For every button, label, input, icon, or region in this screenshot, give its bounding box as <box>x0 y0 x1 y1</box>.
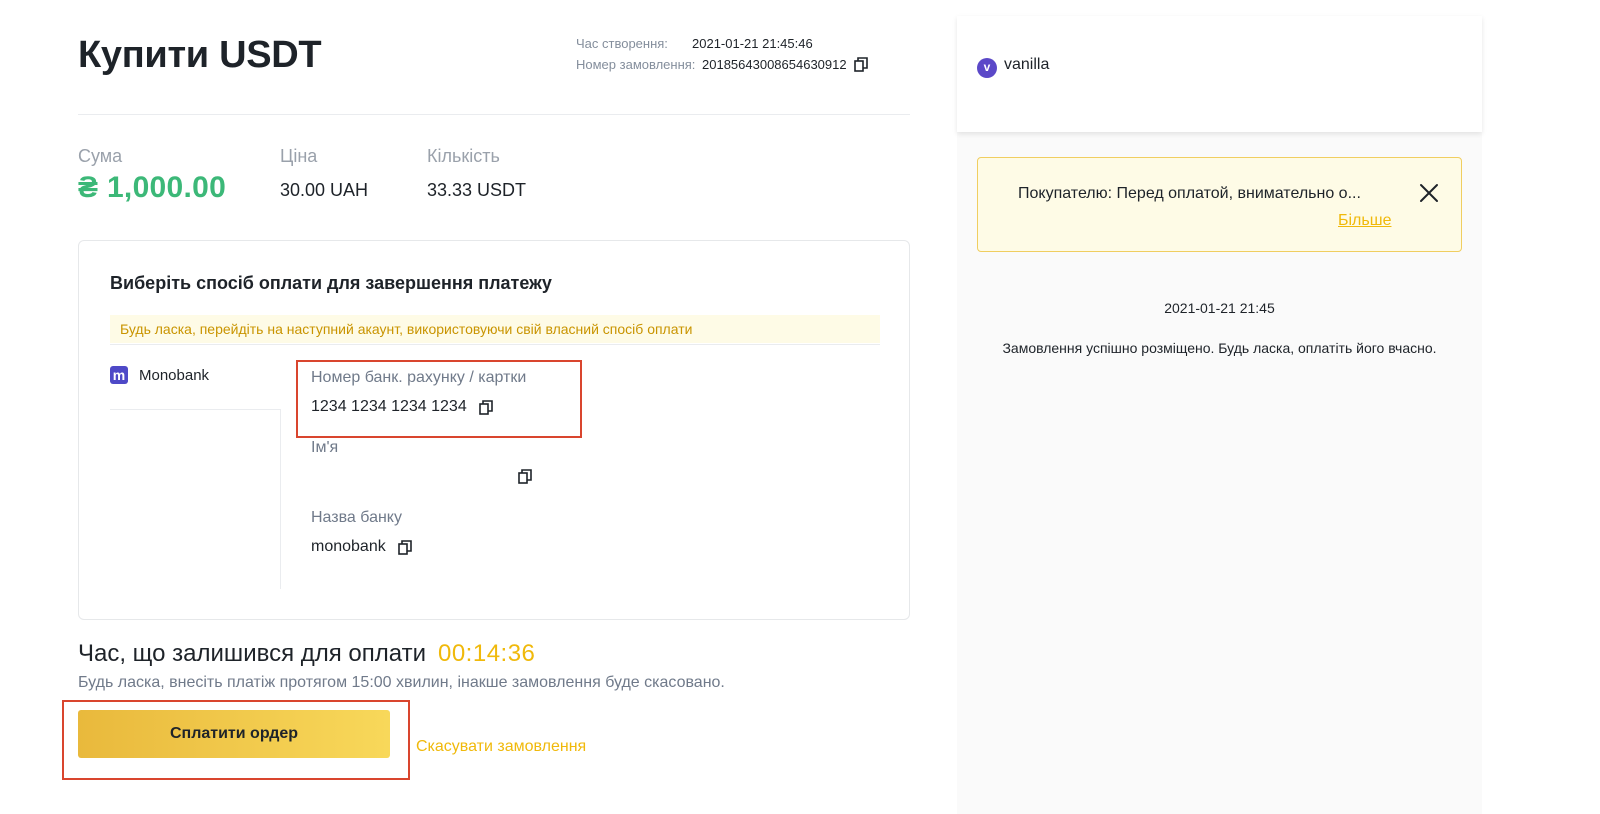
notice-more-link[interactable]: Більше <box>1338 212 1391 230</box>
header-divider <box>78 114 910 115</box>
payment-notice: Будь ласка, перейдіть на наступний акаун… <box>110 315 880 343</box>
avatar: v <box>977 58 997 78</box>
quantity-value: 33.33 USDT <box>427 180 527 200</box>
bank-name-value: monobank <box>311 538 386 555</box>
amount-col: Сума ₴ 1,000.00 <box>78 146 226 205</box>
copy-order-number-icon[interactable] <box>853 57 868 72</box>
chat-notice-text: Покупателю: Перед оплатой, внимательно о… <box>1018 185 1361 202</box>
method-separator <box>280 409 281 589</box>
payment-title: Виберіть спосіб оплати для завершення пл… <box>110 273 552 293</box>
chat-system-message: Замовлення успішно розміщено. Будь ласка… <box>1002 340 1437 356</box>
chat-timestamp: 2021-01-21 21:45 <box>1164 300 1275 316</box>
order-number-value: 20185643008654630912 <box>702 57 847 72</box>
amount-value: ₴ 1,000.00 <box>78 171 227 204</box>
bank-name-field: Назва банку monobank <box>311 509 412 557</box>
quantity-col: Кількість 33.33 USDT <box>427 146 526 201</box>
timer-value: 00:14:36 <box>437 640 536 667</box>
price-col: Ціна 30.00 UAH <box>280 146 368 201</box>
pay-order-button[interactable]: Сплатити ордер <box>78 710 390 758</box>
page-title: Купити USDT <box>78 34 322 76</box>
created-row: Час створення: 2021-01-21 21:45:46 <box>576 33 868 54</box>
holder-name-field: Ім'я <box>311 439 338 487</box>
timer-note: Будь ласка, внесіть платіж протягом 15:0… <box>78 674 725 691</box>
payment-timer: Час, що залишився для оплати 00:14:36 <box>78 640 535 668</box>
bank-name-label: Назва банку <box>311 509 402 526</box>
close-icon[interactable] <box>1418 182 1440 204</box>
timer-label: Час, що залишився для оплати <box>78 640 426 667</box>
copy-holder-name-icon[interactable] <box>518 469 532 484</box>
bank-name-value-row: monobank <box>311 537 412 557</box>
account-number-highlight <box>296 360 582 438</box>
order-number-label: Номер замовлення: <box>576 57 696 72</box>
created-value: 2021-01-21 21:45:46 <box>692 36 813 51</box>
cancel-order-link[interactable]: Скасувати замовлення <box>416 738 586 756</box>
created-label: Час створення: <box>576 36 668 51</box>
chat-notice: Покупателю: Перед оплатой, внимательно о… <box>977 157 1462 252</box>
order-meta: Час створення: 2021-01-21 21:45:46 Номер… <box>576 33 868 75</box>
method-tab-underline <box>110 409 280 410</box>
price-value: 30.00 UAH <box>280 180 369 200</box>
payment-divider <box>110 344 880 345</box>
price-label: Ціна <box>280 146 318 166</box>
payment-method-tab-monobank[interactable]: m Monobank <box>110 366 209 384</box>
holder-name-label: Ім'я <box>311 439 339 456</box>
counterparty-name[interactable]: vanilla <box>1004 56 1049 74</box>
monobank-logo-icon: m <box>110 366 128 384</box>
holder-name-value <box>311 467 338 487</box>
copy-bank-name-icon[interactable] <box>397 539 412 555</box>
chat-panel: v vanilla Покупателю: Перед оплатой, вни… <box>957 16 1482 814</box>
chat-header: v vanilla <box>957 16 1482 132</box>
quantity-label: Кількість <box>427 146 500 166</box>
amount-label: Сума <box>78 146 123 166</box>
payment-method-name: Monobank <box>139 366 210 384</box>
order-number-row: Номер замовлення: 20185643008654630912 <box>576 54 868 75</box>
order-main: Купити USDT Час створення: 2021-01-21 21… <box>0 0 940 814</box>
